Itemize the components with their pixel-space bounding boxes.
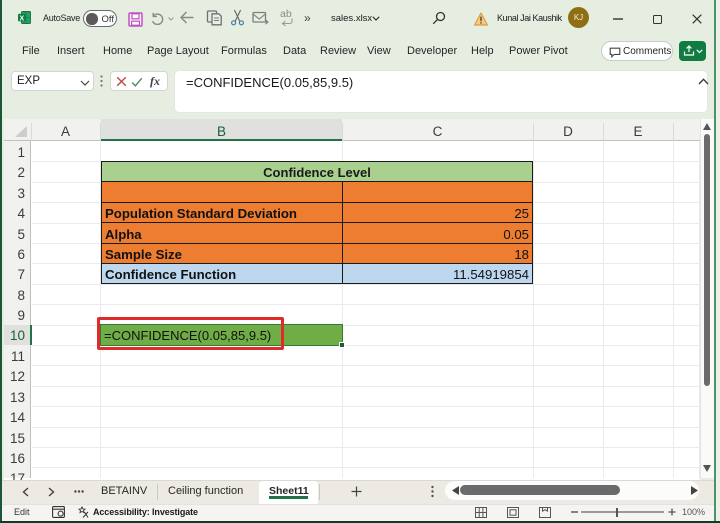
svg-text:X: X — [19, 15, 24, 22]
